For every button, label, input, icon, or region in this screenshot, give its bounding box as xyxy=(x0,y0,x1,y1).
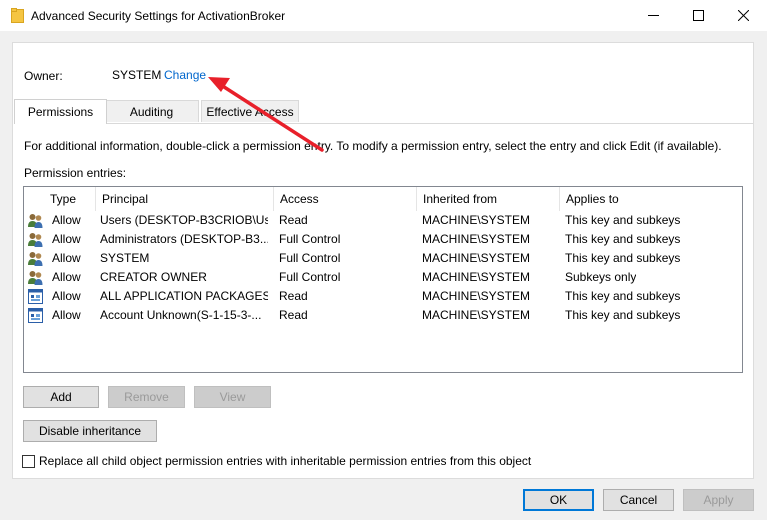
annotation-arrow-icon xyxy=(208,77,324,152)
